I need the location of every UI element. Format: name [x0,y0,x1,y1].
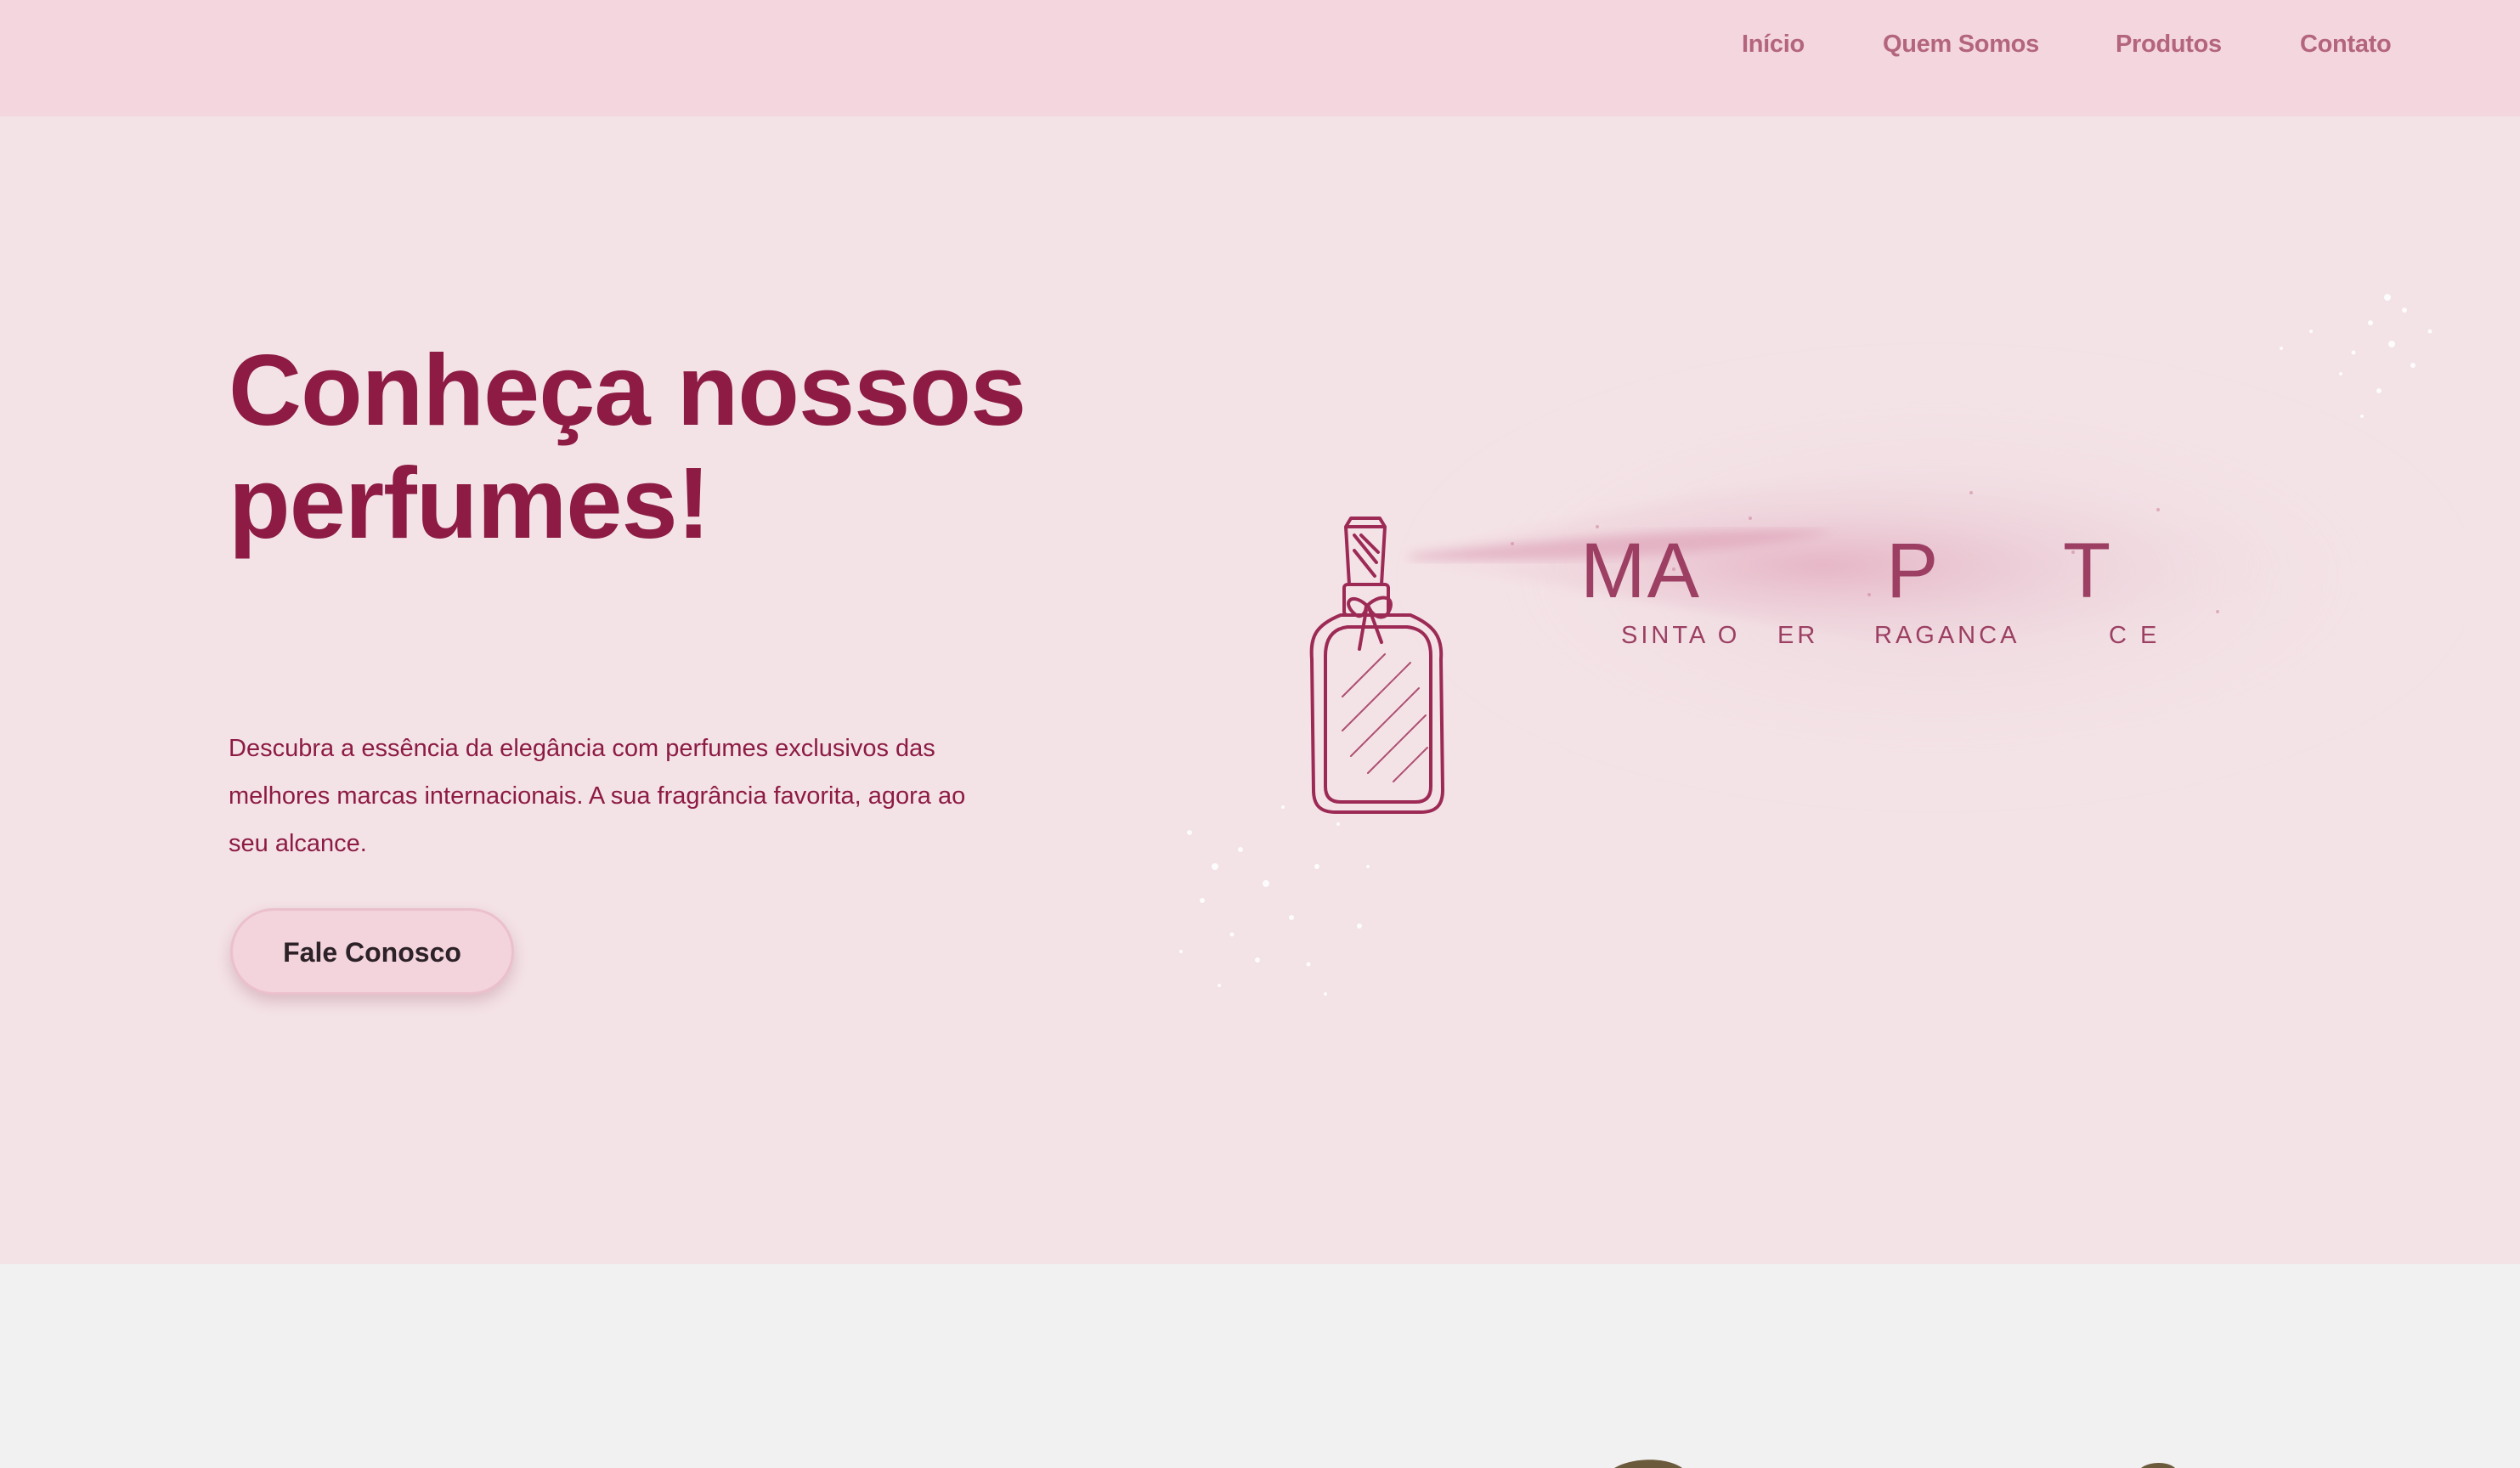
contact-button[interactable]: Fale Conosco [230,908,514,995]
products-section [0,1264,2520,1468]
hero-title: Conheça nossos perfumes! [229,334,1026,560]
brand-illustration: MA P T SINTA O ER RAGANCA C E [1155,272,2464,1036]
brand-letters-2: P [1886,528,1941,614]
brand-letters-3: T [2063,528,2113,614]
hero-description: Descubra a essência da elegância com per… [229,735,966,857]
product-image-top-edge [1614,1460,2175,1468]
nav-link-inicio[interactable]: Início [1742,31,1805,59]
navbar: Início Quem Somos Produtos Contato [0,0,2520,116]
brand-tagline-4: C E [2109,622,2161,649]
nav-link-produtos[interactable]: Produtos [2116,31,2222,59]
brand-tagline-1: SINTA O [1621,622,1741,649]
brand-letters-1: MA [1580,528,1701,614]
brand-tagline-2: ER [1777,622,1819,649]
brand-tagline-3: RAGANCA [1874,622,2020,649]
nav-link-quem-somos[interactable]: Quem Somos [1883,31,2039,59]
perfume-bottle-icon [1309,517,1444,814]
nav-link-contato[interactable]: Contato [2300,31,2392,59]
